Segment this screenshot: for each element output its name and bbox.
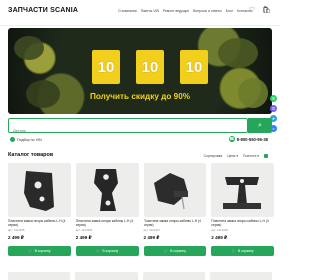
discount-tile: 10: [180, 50, 208, 84]
price-filter[interactable]: Цена ▾: [227, 154, 238, 158]
product-image[interactable]: [8, 163, 71, 217]
promo-banner[interactable]: 10 10 10 Получить скидку до 90%: [8, 28, 272, 114]
discount-tile: 10: [136, 50, 164, 84]
cart-icon: 🛒: [231, 249, 236, 253]
search-icon: ⌕: [258, 121, 262, 129]
nav-item-faq[interactable]: Вопросы и ответы: [193, 9, 222, 13]
product-image[interactable]: [209, 272, 272, 280]
phone-label: 8-800-550-96-38: [236, 136, 268, 142]
product-article: арт. 1414327: [143, 228, 160, 232]
add-to-cart-label: В корзину: [102, 249, 119, 253]
add-to-cart-button[interactable]: 🛒 В корзину: [211, 246, 274, 256]
product-name[interactable]: Пластина замка опоры кабины L-H (4 серия…: [211, 219, 274, 227]
cart-icon[interactable]: 🛍: [262, 7, 271, 15]
add-to-cart-button[interactable]: 🛒 В корзину: [143, 246, 207, 256]
heart-icon[interactable]: ♡: [248, 7, 256, 15]
nav-item-vin[interactable]: Пакеты VIN: [141, 9, 159, 13]
catalog-title: Каталог товаров: [8, 152, 54, 158]
add-to-cart-label: В корзину: [170, 249, 187, 253]
product-name[interactable]: Пластина замка опоры кабины L-H (4 серия…: [76, 219, 139, 227]
main-nav: О компании Пакеты VIN Ремонт ведущих Воп…: [118, 9, 252, 13]
site-header: ЗАПЧАСТИ SCANIA О компании Пакеты VIN Ре…: [0, 0, 280, 26]
search-field[interactable]: [8, 118, 248, 137]
add-to-cart-label: В корзину: [237, 249, 254, 253]
product-grid: Пластина замка опоры кабины L-H (4 серия…: [8, 163, 274, 271]
promo-text: Получить скидку до 90%: [89, 92, 191, 101]
product-image[interactable]: [8, 272, 71, 280]
product-article: арт. 1414326: [75, 228, 93, 232]
search-input[interactable]: [9, 124, 229, 137]
phone-icon: ☎: [228, 136, 235, 142]
viber-icon[interactable]: ✆: [270, 105, 277, 112]
cart-icon: 🛒: [28, 249, 33, 253]
product-price: 2 499 ₽: [143, 235, 160, 240]
product-price: 2 499 ₽: [75, 235, 92, 240]
vin-link[interactable]: Подбор по VIN: [10, 137, 42, 142]
nav-item-repair[interactable]: Ремонт ведущих: [163, 9, 189, 13]
product-name[interactable]: Пластина замка опоры кабины L-H (4 серия…: [8, 219, 71, 227]
sort-filter[interactable]: Полнота ▾: [243, 154, 259, 158]
whatsapp-icon[interactable]: ✆: [270, 95, 277, 102]
search-button[interactable]: ⌕: [248, 118, 272, 133]
product-name[interactable]: Пластина замка опоры кабины L-H (4 серия…: [144, 219, 207, 227]
product-article: арт. 1414325: [8, 228, 25, 232]
sort-dropdown[interactable]: Сортировка: [204, 154, 223, 158]
product-card[interactable]: Пластина замка опоры кабины L-H (4 серия…: [8, 163, 71, 271]
add-to-cart-label: В корзину: [34, 249, 51, 253]
product-image[interactable]: [75, 272, 138, 280]
discount-tiles: 10 10 10: [92, 50, 208, 84]
cart-icon: 🛒: [95, 249, 101, 253]
vin-icon: [10, 137, 15, 142]
product-price: 2 499 ₽: [211, 235, 228, 240]
nav-item-blog[interactable]: Блог: [226, 9, 233, 13]
product-image[interactable]: [211, 163, 274, 217]
product-image[interactable]: [142, 272, 205, 280]
product-card[interactable]: Пластина замка опоры кабины L-H (4 серия…: [75, 163, 139, 271]
sort-filter-label: Полнота: [243, 154, 257, 158]
grid-view-icon[interactable]: [264, 154, 268, 158]
product-card[interactable]: Пластина замка опоры кабины L-H (4 серия…: [211, 163, 274, 271]
site-logo[interactable]: ЗАПЧАСТИ SCANIA: [8, 7, 78, 14]
header-actions: ♡ 🛍: [248, 7, 271, 15]
product-article: арт. 1414328: [211, 228, 228, 232]
discount-tile: 10: [92, 50, 120, 84]
nav-item-about[interactable]: О компании: [118, 9, 137, 13]
add-to-cart-button[interactable]: 🛒 В корзину: [8, 246, 71, 256]
phone-number[interactable]: ☎ 8-800-550-96-38: [228, 136, 268, 142]
sort-controls: Сортировка Цена ▾ Полнота ▾: [204, 154, 268, 158]
product-image[interactable]: [143, 163, 207, 217]
product-grid-next-row: [8, 272, 272, 280]
add-to-cart-button[interactable]: 🛒 В корзину: [75, 246, 139, 256]
cart-icon: 🛒: [163, 249, 169, 253]
product-card[interactable]: Пластина замка опоры кабины L-H (4 серия…: [143, 163, 207, 271]
price-filter-label: Цена: [227, 154, 236, 158]
product-image[interactable]: [75, 163, 139, 217]
product-price: 2 499 ₽: [8, 235, 24, 240]
vin-link-label: Подбор по VIN: [17, 137, 42, 142]
